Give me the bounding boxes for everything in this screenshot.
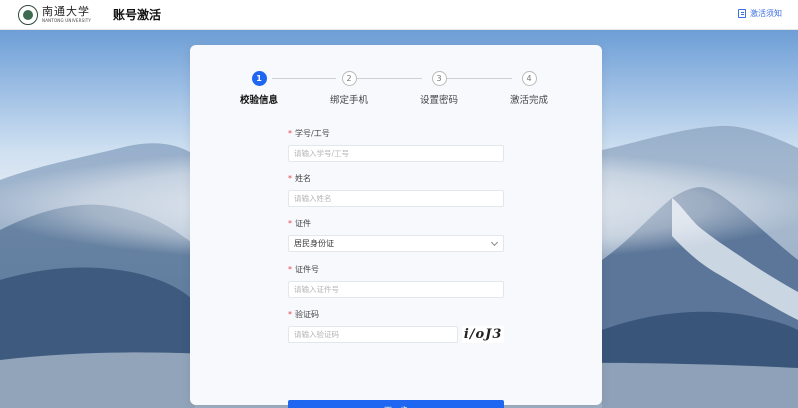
name-input[interactable] bbox=[288, 190, 504, 207]
progress-steps: 1 校验信息 2 绑定手机 3 设置密码 4 激活完成 bbox=[190, 71, 602, 111]
captcha-image[interactable]: i/oJ3 bbox=[462, 326, 504, 343]
step-label: 设置密码 bbox=[419, 95, 458, 106]
required-mark: * bbox=[288, 310, 292, 319]
required-mark: * bbox=[288, 219, 292, 228]
step-number: 1 bbox=[251, 71, 267, 86]
step-label: 激活完成 bbox=[509, 95, 548, 106]
id-number-label: 证件号 bbox=[295, 265, 319, 274]
step-number: 4 bbox=[521, 71, 537, 86]
id-number-input[interactable] bbox=[288, 281, 504, 298]
university-emblem-icon bbox=[18, 4, 38, 25]
id-type-field: * 证件 居民身份证 bbox=[288, 218, 504, 252]
step-number: 3 bbox=[431, 71, 447, 86]
student-id-input[interactable] bbox=[288, 145, 504, 162]
activation-card: 1 校验信息 2 绑定手机 3 设置密码 4 激活完成 *学号/工号 *姓名 bbox=[190, 45, 602, 408]
name-field: * 姓名 bbox=[288, 173, 504, 207]
id-number-field: * 证件号 bbox=[288, 264, 504, 298]
captcha-label: 验证码 bbox=[295, 310, 319, 319]
next-step-button[interactable]: 下一步 bbox=[288, 400, 504, 408]
logo-name-cn: 南通大学 bbox=[42, 5, 90, 18]
logo-name-en: NANTONG UNIVERSITY bbox=[42, 18, 92, 23]
document-icon bbox=[738, 9, 746, 18]
university-logo[interactable]: 南通大学 NANTONG UNIVERSITY bbox=[18, 4, 92, 25]
captcha-input[interactable] bbox=[288, 326, 459, 343]
page-title: 账号激活 bbox=[113, 8, 162, 22]
step-number: 2 bbox=[341, 71, 357, 86]
captcha-field: *验证码 i/oJ3 bbox=[288, 309, 504, 343]
top-header: 南通大学 NANTONG UNIVERSITY 账号激活 激活须知 bbox=[0, 0, 798, 30]
name-label: 姓名 bbox=[295, 174, 311, 183]
student-id-field: * 学号/工号 bbox=[288, 128, 504, 162]
step-bind-phone: 2 绑定手机 bbox=[314, 71, 384, 106]
step-verify-info: 1 校验信息 bbox=[224, 71, 294, 106]
id-type-select[interactable]: 居民身份证 bbox=[288, 235, 504, 252]
id-type-label: 证件 bbox=[295, 219, 311, 228]
step-label: 校验信息 bbox=[239, 95, 278, 106]
required-mark: * bbox=[288, 265, 292, 274]
id-type-value: 居民身份证 bbox=[294, 239, 334, 248]
activation-notice-label: 激活须知 bbox=[750, 9, 782, 18]
step-set-password: 3 设置密码 bbox=[404, 71, 474, 106]
student-id-label: 学号/工号 bbox=[295, 129, 330, 138]
activation-notice-link[interactable]: 激活须知 bbox=[738, 8, 782, 19]
step-label: 绑定手机 bbox=[329, 95, 368, 106]
required-mark: * bbox=[288, 129, 292, 138]
chevron-down-icon bbox=[490, 238, 499, 247]
required-mark: * bbox=[288, 174, 292, 183]
step-activation-complete: 4 激活完成 bbox=[494, 71, 564, 106]
